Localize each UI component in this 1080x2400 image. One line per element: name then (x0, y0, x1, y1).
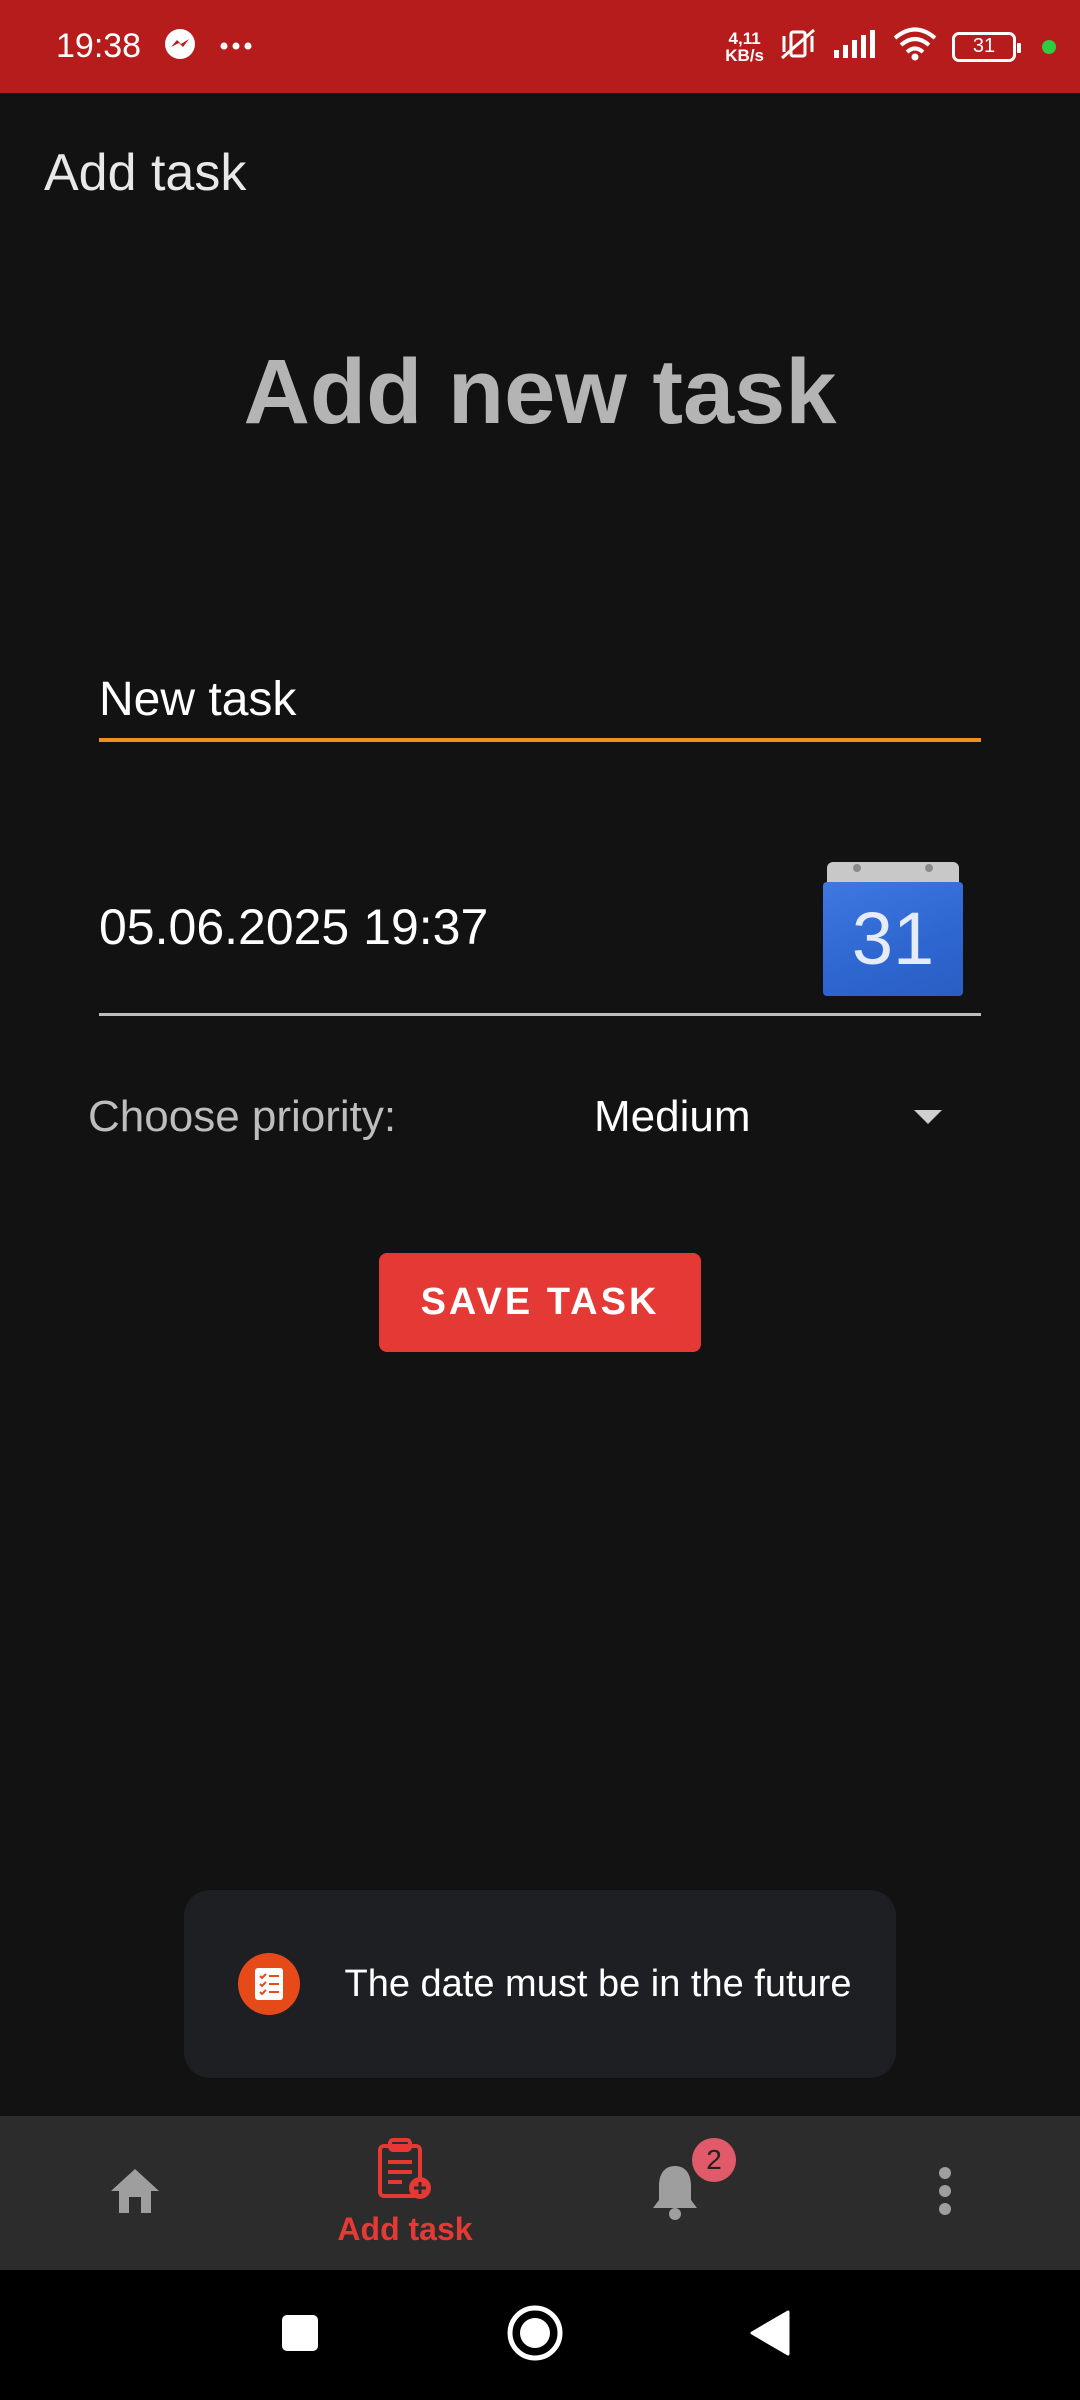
more-dots-icon (219, 38, 253, 56)
recents-icon (280, 2313, 320, 2358)
priority-row: Choose priority: Medium (88, 1080, 968, 1154)
priority-dropdown[interactable]: Medium (594, 1080, 968, 1154)
toast-message: The date must be in the future (184, 1890, 896, 2078)
add-task-icon (376, 2138, 434, 2207)
bottom-navigation: Add task 2 (0, 2116, 1080, 2270)
calendar-day: 31 (851, 897, 935, 980)
dropdown-arrow-icon (914, 1110, 942, 1124)
recents-button[interactable] (240, 2270, 360, 2400)
battery-level: 31 (972, 35, 996, 57)
status-time: 19:38 (56, 27, 142, 65)
app-bar-title: Add task (44, 144, 247, 202)
privacy-indicator (1042, 39, 1056, 54)
more-vertical-icon (938, 2166, 952, 2221)
net-speed-unit: KB/s (725, 45, 764, 65)
nav-item-add-task[interactable]: Add task (270, 2116, 540, 2270)
signal-icon (832, 28, 878, 65)
back-button[interactable] (710, 2270, 830, 2400)
date-value: 05.06.2025 19:37 (99, 898, 489, 955)
nav-item-more[interactable] (810, 2116, 1080, 2270)
battery-icon: 31 (952, 31, 1021, 62)
home-system-button[interactable] (475, 2270, 595, 2400)
nav-label-add-task: Add task (337, 2211, 473, 2247)
back-icon (748, 2308, 792, 2363)
mute-vibrate-icon (778, 26, 818, 67)
wifi-icon (892, 27, 938, 66)
priority-value: Medium (594, 1092, 751, 1141)
calendar-icon[interactable]: 31 (823, 854, 963, 1000)
calendar-icon-body: 31 (823, 881, 963, 996)
net-speed-value: 4,11 (728, 28, 761, 48)
home-circle-icon (506, 2304, 564, 2367)
toast-text: The date must be in the future (344, 1963, 852, 2005)
task-name-field-container (99, 660, 981, 742)
task-list-app-icon (238, 1953, 300, 2015)
date-field[interactable]: 05.06.2025 19:37 31 (99, 840, 981, 1016)
messenger-icon (163, 27, 197, 66)
notifications-icon (649, 2162, 701, 2225)
page-title: Add new task (243, 341, 837, 443)
task-name-input[interactable] (99, 660, 981, 738)
priority-label: Choose priority: (88, 1092, 397, 1141)
save-task-button[interactable]: SAVE TASK (379, 1253, 701, 1352)
system-navigation-bar (0, 2270, 1080, 2400)
calendar-ring-right (925, 863, 933, 872)
nav-item-notifications[interactable]: 2 (540, 2116, 810, 2270)
nav-item-home[interactable] (0, 2116, 270, 2270)
status-bar: 19:38 4,11 KB/s 31 (0, 0, 1080, 93)
app-bar: Add task (0, 93, 1080, 253)
net-speed: 4,11 KB/s (725, 30, 764, 64)
notification-badge: 2 (692, 2138, 736, 2182)
home-icon (107, 2165, 163, 2222)
calendar-ring-left (853, 863, 861, 872)
